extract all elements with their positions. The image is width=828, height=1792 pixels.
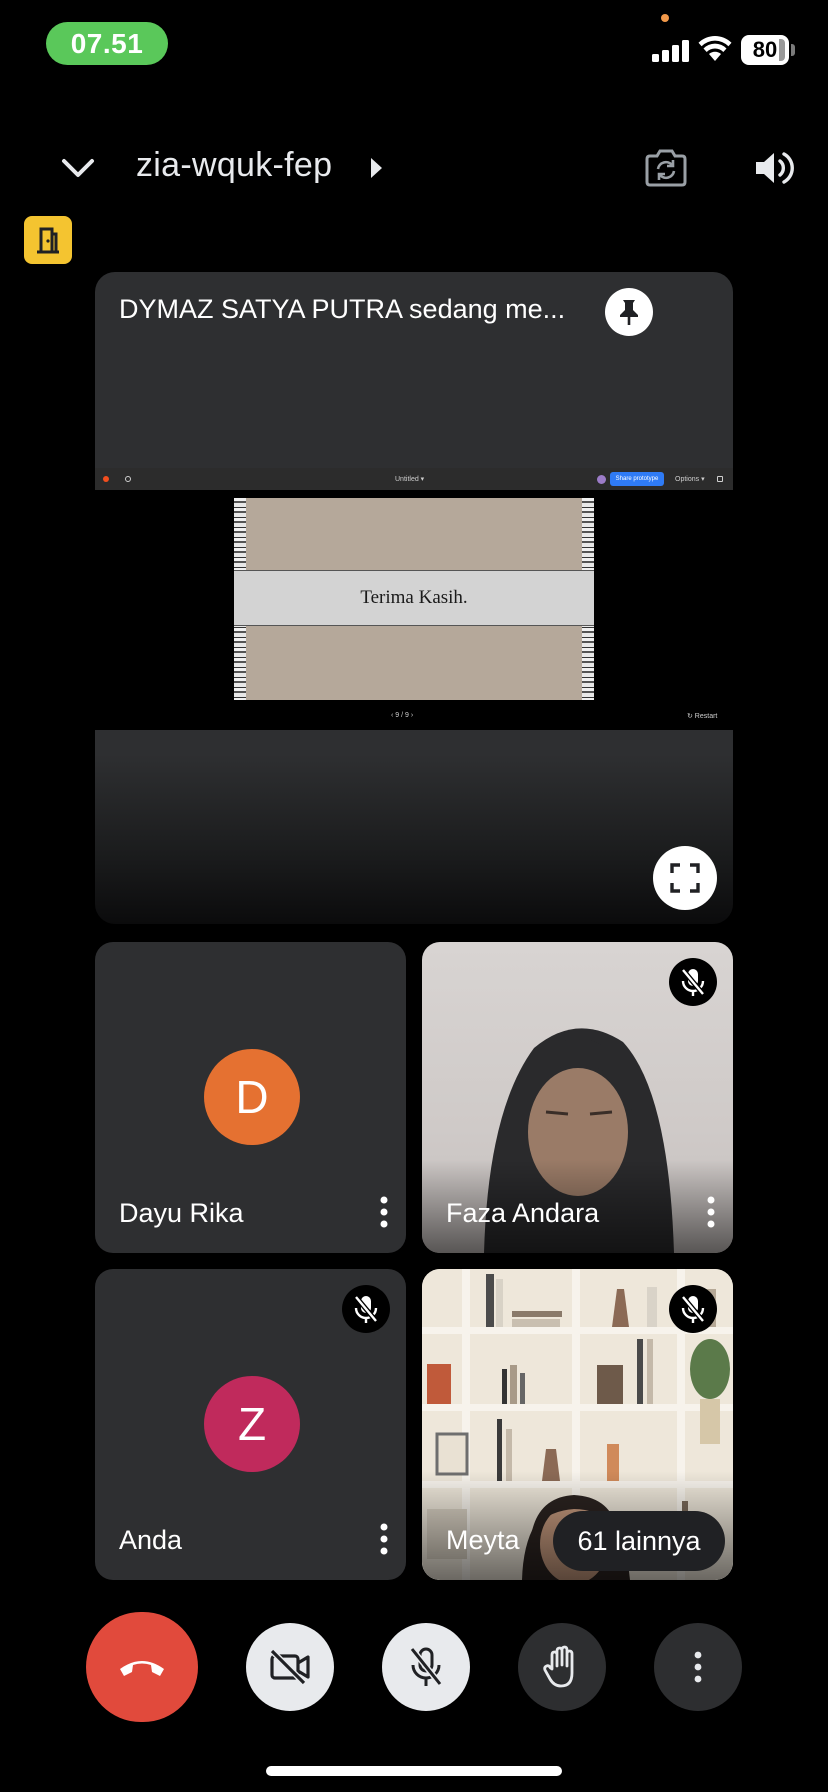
- shared-screen-toolbar: Untitled ▾ Share prototype Options ▾: [95, 468, 733, 490]
- raise-hand-icon: [543, 1645, 574, 1688]
- cellular-signal-icon: [652, 38, 690, 62]
- more-vert-icon: [694, 1651, 702, 1683]
- room-door-icon: [37, 227, 59, 254]
- breakout-room-badge[interactable]: [24, 216, 72, 264]
- mic-toggle-button[interactable]: [382, 1623, 470, 1711]
- avatar: D: [204, 1049, 300, 1145]
- participant-tile-faza-andara[interactable]: Faza Andara: [422, 942, 733, 1253]
- fullscreen-icon: [670, 863, 700, 893]
- battery-indicator: 80: [741, 35, 789, 65]
- mic-off-icon: [669, 958, 717, 1006]
- options-menu: Options ▾: [675, 476, 705, 483]
- participant-tile-dayu-rika[interactable]: D Dayu Rika: [95, 942, 406, 1253]
- shared-doc-name: Untitled ▾: [395, 476, 425, 483]
- pin-button[interactable]: [605, 288, 653, 336]
- end-call-button[interactable]: [86, 1612, 198, 1722]
- fullscreen-button[interactable]: [653, 846, 717, 910]
- more-participants-button[interactable]: 61 lainnya: [553, 1511, 725, 1571]
- more-options-button[interactable]: [654, 1623, 742, 1711]
- shared-screen: Untitled ▾ Share prototype Options ▾ Ter…: [95, 468, 733, 730]
- more-vert-icon[interactable]: [703, 1195, 719, 1229]
- slide-pager: ‹ 9 / 9 ›: [391, 712, 414, 719]
- raise-hand-button[interactable]: [518, 1623, 606, 1711]
- avatar-icon: [597, 475, 606, 484]
- battery-empty-segment: [779, 39, 785, 61]
- home-indicator[interactable]: [266, 1766, 562, 1776]
- camera-toggle-button[interactable]: [246, 1623, 334, 1711]
- battery-nub: [791, 44, 795, 56]
- speaker-icon[interactable]: [752, 145, 798, 191]
- more-vert-icon[interactable]: [376, 1522, 392, 1556]
- presentation-slide: Terima Kasih.: [234, 498, 594, 700]
- more-vert-icon[interactable]: [376, 1195, 392, 1229]
- comment-icon: [125, 476, 131, 482]
- mic-off-icon: [669, 1285, 717, 1333]
- phone-hangup-icon: [120, 1661, 164, 1676]
- pin-icon: [620, 300, 638, 325]
- status-time: 07.51: [46, 22, 168, 65]
- chevron-right-icon[interactable]: [368, 156, 384, 180]
- camera-off-icon: [269, 1649, 310, 1685]
- presentation-tile[interactable]: DYMAZ SATYA PUTRA sedang me... Untitled …: [95, 272, 733, 924]
- participant-name: Dayu Rika: [119, 1198, 244, 1228]
- wifi-icon: [698, 36, 732, 61]
- expand-icon: [717, 476, 723, 482]
- mic-off-icon: [342, 1285, 390, 1333]
- slide-text: Terima Kasih.: [234, 570, 594, 626]
- battery-level: 80: [752, 37, 778, 62]
- camera-switch-icon[interactable]: [643, 145, 689, 191]
- privacy-indicator-dot: [661, 14, 669, 22]
- chevron-down-icon[interactable]: [58, 148, 98, 188]
- mic-off-icon: [409, 1647, 443, 1686]
- share-prototype-button: Share prototype: [610, 472, 664, 486]
- participant-name: Meyta: [446, 1525, 520, 1555]
- participant-tile-anda[interactable]: Z Anda: [95, 1269, 406, 1580]
- restart-label: ↻ Restart: [687, 713, 718, 720]
- meeting-code[interactable]: zia-wquk-fep: [136, 146, 332, 185]
- participant-name: Anda: [119, 1525, 183, 1555]
- avatar: Z: [204, 1376, 300, 1472]
- figma-logo-icon: [103, 476, 109, 482]
- participant-name: Faza Andara: [446, 1198, 600, 1228]
- presenter-title: DYMAZ SATYA PUTRA sedang me...: [119, 294, 566, 324]
